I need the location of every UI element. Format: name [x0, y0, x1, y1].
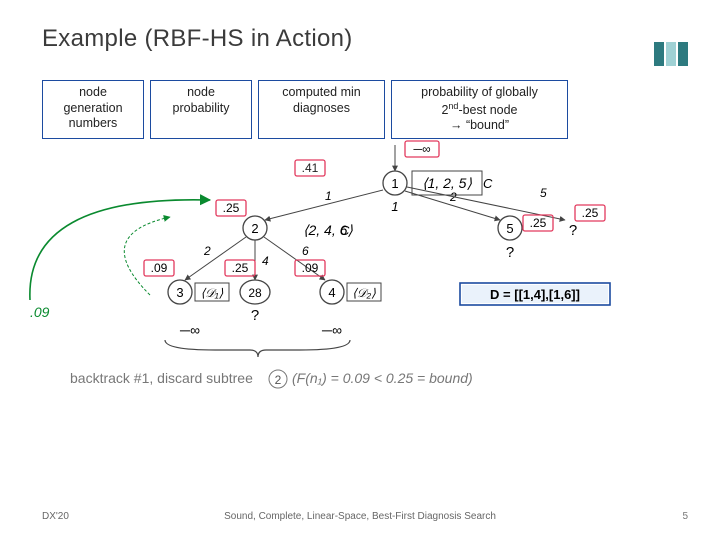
svg-text:28: 28: [248, 286, 262, 300]
svg-text:2: 2: [251, 221, 258, 236]
result-box: D = [[1,4],[1,6]]: [490, 287, 580, 302]
svg-text:?: ?: [506, 244, 514, 261]
svg-text:3: 3: [176, 285, 183, 300]
prob-n7: .25: [582, 206, 599, 220]
svg-text:1: 1: [391, 199, 398, 214]
legend-node-probability: node probability: [150, 80, 252, 139]
legend-row: node generation numbers node probability…: [42, 80, 568, 139]
svg-text:4: 4: [328, 285, 335, 300]
svg-text:5: 5: [540, 186, 547, 200]
svg-text:2: 2: [275, 373, 282, 387]
left-bubble: .09: [30, 304, 50, 320]
root-inbound: ─∞: [412, 142, 431, 156]
legend-bound: probability of globally 2nd-best node → …: [391, 80, 568, 139]
logo-bar: [666, 42, 676, 66]
svg-text:6: 6: [302, 244, 309, 258]
svg-text:?: ?: [569, 222, 577, 239]
prob-n28: .25: [232, 261, 249, 275]
svg-text:.25: .25: [223, 201, 240, 215]
prob-n2: .41: [302, 161, 319, 175]
svg-text:5: 5: [506, 221, 513, 236]
svg-text:4: 4: [262, 254, 269, 268]
svg-text:⟨𝒟₁⟩: ⟨𝒟₁⟩: [201, 286, 224, 300]
svg-text:1: 1: [325, 189, 332, 203]
root-assoc: ⟨1, 2, 5⟩: [422, 175, 472, 191]
svg-text:C: C: [340, 223, 350, 238]
leaf-n3: ─∞: [179, 322, 200, 338]
prob-n3: .09: [151, 261, 168, 275]
backtrack-label: backtrack #1, discard subtree: [70, 370, 253, 386]
leaf-n4: ─∞: [321, 322, 342, 338]
footer-mid: Sound, Complete, Linear-Space, Best-Firs…: [0, 511, 720, 522]
svg-text:2: 2: [203, 244, 211, 258]
slide-title: Example (RBF-HS in Action): [42, 25, 353, 53]
svg-text:⟨𝒟₂⟩: ⟨𝒟₂⟩: [352, 286, 376, 300]
svg-text:?: ?: [251, 307, 259, 324]
footer-page: 5: [682, 511, 688, 522]
legend-gen-numbers: node generation numbers: [42, 80, 144, 139]
backtrack-expr: (F(n₁) = 0.09 < 0.25 = bound): [292, 370, 473, 386]
brand-logo: [654, 42, 688, 66]
svg-text:1: 1: [391, 176, 398, 191]
logo-bar: [654, 42, 664, 66]
svg-text:C: C: [483, 176, 493, 191]
legend-computed-min-diagnoses: computed min diagnoses: [258, 80, 385, 139]
tree-diagram: ─∞ 1 ⟨1, 2, 5⟩ C 1 1 2 5 .41 2 ⟨2, 4, 6⟩…: [0, 135, 720, 415]
logo-bar: [678, 42, 688, 66]
prob-n4: .09: [302, 261, 319, 275]
prob-n5: .25: [530, 216, 547, 230]
